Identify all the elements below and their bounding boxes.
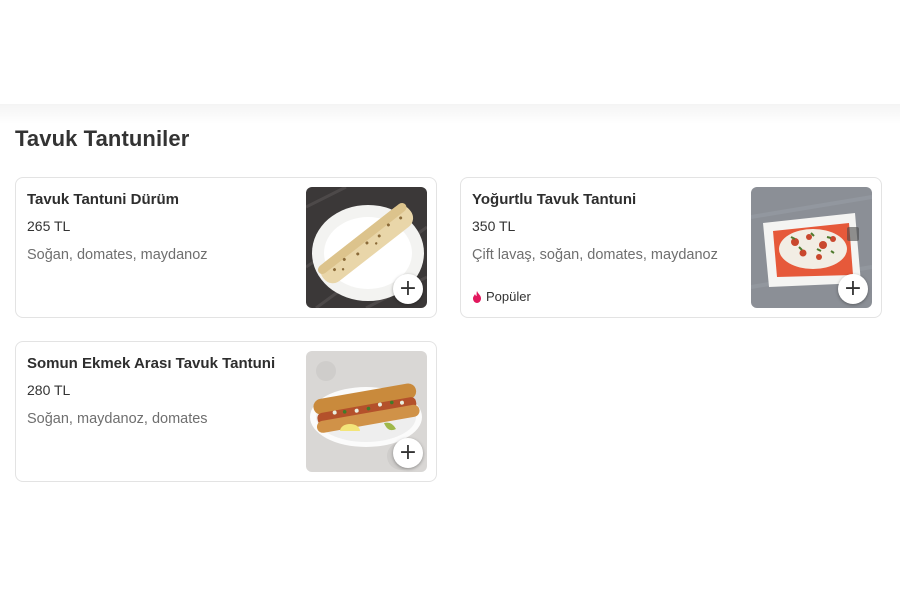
header-area (0, 0, 900, 104)
add-to-cart-button[interactable]: + (393, 274, 423, 304)
add-to-cart-button[interactable]: + (393, 438, 423, 468)
product-image: + (306, 351, 427, 472)
product-price: 265 TL (27, 218, 71, 234)
plus-icon: + (398, 440, 418, 465)
product-description: Soğan, domates, maydanoz (27, 247, 208, 263)
section-title: Tavuk Tantuniler (15, 126, 190, 151)
product-card[interactable]: Tavuk Tantuni Dürüm 265 TL Soğan, domate… (15, 177, 437, 318)
product-name: Somun Ekmek Arası Tavuk Tantuni (27, 355, 276, 372)
product-name: Yoğurtlu Tavuk Tantuni (472, 191, 637, 208)
product-card[interactable]: Somun Ekmek Arası Tavuk Tantuni 280 TL S… (15, 341, 437, 482)
add-to-cart-button[interactable]: + (838, 274, 868, 304)
popular-badge: Popüler (472, 289, 531, 304)
badge-label: Popüler (486, 289, 531, 304)
flame-icon (473, 290, 481, 303)
product-price: 280 TL (27, 382, 71, 398)
product-description: Çift lavaş, soğan, domates, maydanoz (472, 247, 718, 263)
plus-icon: + (398, 276, 418, 301)
product-image: + (306, 187, 427, 308)
product-name: Tavuk Tantuni Dürüm (27, 191, 179, 208)
product-price: 350 TL (472, 218, 516, 234)
plus-icon: + (843, 276, 863, 301)
product-image: + (751, 187, 872, 308)
product-description: Soğan, maydanoz, domates (27, 411, 208, 427)
product-card[interactable]: Yoğurtlu Tavuk Tantuni 350 TL Çift lavaş… (460, 177, 882, 318)
header-shadow (0, 104, 900, 124)
